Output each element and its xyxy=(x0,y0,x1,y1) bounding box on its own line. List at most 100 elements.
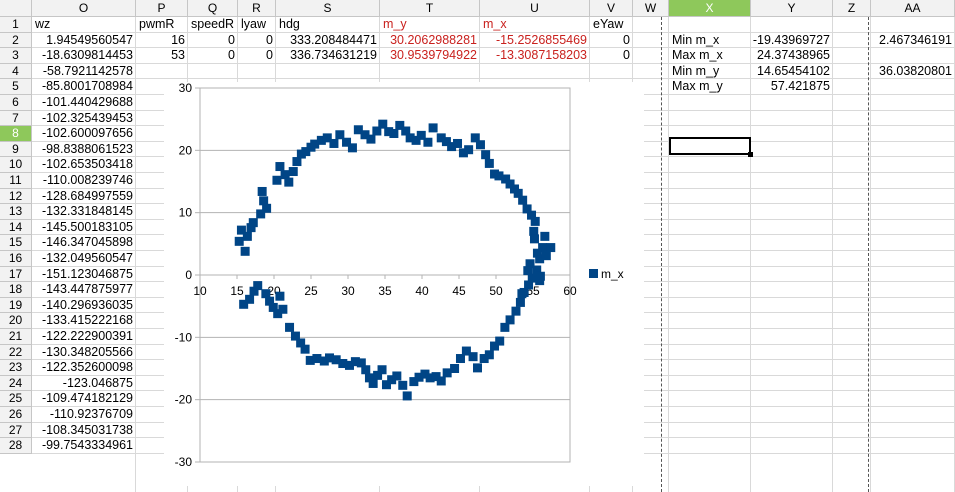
row-header-20[interactable]: 20 xyxy=(0,313,32,329)
column-header-v[interactable]: V xyxy=(590,0,633,17)
column-header-o[interactable]: O xyxy=(32,0,136,17)
select-all-corner[interactable] xyxy=(0,0,32,17)
cell-o17[interactable]: -151.123046875 xyxy=(32,267,136,283)
row-header-15[interactable]: 15 xyxy=(0,235,32,251)
cell-o8[interactable]: -102.600097656 xyxy=(32,126,136,142)
cell-o11[interactable]: -110.008239746 xyxy=(32,173,136,189)
cell-o14[interactable]: -145.500183105 xyxy=(32,220,136,236)
cell-o22[interactable]: -130.348205566 xyxy=(32,345,136,361)
cell-o23[interactable]: -122.352600098 xyxy=(32,360,136,376)
cell-o5[interactable]: -85.8001708984 xyxy=(32,79,136,95)
cell-o15[interactable]: -146.347045898 xyxy=(32,235,136,251)
fill-handle[interactable] xyxy=(748,152,753,157)
cell-v1[interactable]: eYaw xyxy=(590,17,633,33)
cell-o18[interactable]: -143.447875977 xyxy=(32,282,136,298)
row-header-24[interactable]: 24 xyxy=(0,375,32,392)
column-header-y[interactable]: Y xyxy=(751,0,833,17)
cell-o2[interactable]: 1.94549560547 xyxy=(32,33,136,49)
cell-q1[interactable]: speedR xyxy=(188,17,238,33)
cell-r3[interactable]: 0 xyxy=(238,48,276,64)
row-header-10[interactable]: 10 xyxy=(0,157,32,173)
cell-o7[interactable]: -102.325439453 xyxy=(32,111,136,127)
cell-t3[interactable]: 30.9539794922 xyxy=(380,48,480,64)
row-header-28[interactable]: 28 xyxy=(0,438,32,454)
cell-o12[interactable]: -128.684997559 xyxy=(32,189,136,205)
cell-aa2[interactable]: 2.467346191 xyxy=(871,33,955,49)
cell-q3[interactable]: 0 xyxy=(188,48,238,64)
cell-y5[interactable]: 57.421875 xyxy=(751,79,833,95)
row-header-3[interactable]: 3 xyxy=(0,48,32,64)
row-header-13[interactable]: 13 xyxy=(0,204,32,220)
cell-t2[interactable]: 30.2062988281 xyxy=(380,33,480,49)
column-header-x[interactable]: X xyxy=(669,0,751,17)
row-header-1[interactable]: 1 xyxy=(0,17,32,33)
cell-o16[interactable]: -132.049560547 xyxy=(32,251,136,267)
row-header-18[interactable]: 18 xyxy=(0,282,32,298)
row-header-12[interactable]: 12 xyxy=(0,188,32,205)
column-header-z[interactable]: Z xyxy=(833,0,871,17)
row-header-26[interactable]: 26 xyxy=(0,407,32,423)
column-header-aa[interactable]: AA xyxy=(871,0,955,17)
cell-p1[interactable]: pwmR xyxy=(136,17,188,33)
column-header-s[interactable]: S xyxy=(276,0,380,17)
cell-p2[interactable]: 16 xyxy=(136,33,188,49)
cell-u3[interactable]: -13.3087158203 xyxy=(480,48,590,64)
cell-o9[interactable]: -98.8388061523 xyxy=(32,142,136,158)
cell-aa4[interactable]: 36.03820801 xyxy=(871,64,955,80)
row-header-17[interactable]: 17 xyxy=(0,266,32,283)
row-header-7[interactable]: 7 xyxy=(0,110,32,127)
cell-o24[interactable]: -123.046875 xyxy=(32,376,136,392)
row-header-19[interactable]: 19 xyxy=(0,297,32,314)
cell-o28[interactable]: -99.7543334961 xyxy=(32,438,136,454)
cell-o10[interactable]: -102.653503418 xyxy=(32,157,136,173)
row-header-4[interactable]: 4 xyxy=(0,63,32,80)
row-header-22[interactable]: 22 xyxy=(0,344,32,361)
scatter-chart[interactable]: 30 20 10 0 -10 -20 -30 10 15 20 25 30 35 40 45 50 55 60 m_… xyxy=(164,81,644,486)
cell-y4[interactable]: 14.65454102 xyxy=(751,64,833,80)
row-header-16[interactable]: 16 xyxy=(0,251,32,267)
column-header-r[interactable]: R xyxy=(238,0,276,17)
cell-o21[interactable]: -122.222900391 xyxy=(32,329,136,345)
column-header-p[interactable]: P xyxy=(136,0,188,17)
cell-o1[interactable]: wz xyxy=(32,17,136,33)
cell-o26[interactable]: -110.92376709 xyxy=(32,407,136,423)
row-header-27[interactable]: 27 xyxy=(0,422,32,439)
cell-s1[interactable]: hdg xyxy=(276,17,380,33)
cell-t1[interactable]: m_y xyxy=(380,17,480,33)
row-header-8[interactable]: 8 xyxy=(0,126,32,142)
cell-x4[interactable]: Min m_y xyxy=(669,64,751,80)
row-header-6[interactable]: 6 xyxy=(0,95,32,111)
row-header-21[interactable]: 21 xyxy=(0,329,32,345)
cell-p3[interactable]: 53 xyxy=(136,48,188,64)
cell-s3[interactable]: 336.734631219 xyxy=(276,48,380,64)
cell-v2[interactable]: 0 xyxy=(590,33,633,49)
active-cell-x8[interactable] xyxy=(669,137,751,155)
cell-s2[interactable]: 333.208484471 xyxy=(276,33,380,49)
cell-y3[interactable]: 24.37438965 xyxy=(751,48,833,64)
cell-q2[interactable]: 0 xyxy=(188,33,238,49)
cell-o4[interactable]: -58.7921142578 xyxy=(32,64,136,80)
cell-o25[interactable]: -109.474182129 xyxy=(32,391,136,407)
cell-r2[interactable]: 0 xyxy=(238,33,276,49)
column-header-q[interactable]: Q xyxy=(188,0,238,17)
cell-x5[interactable]: Max m_y xyxy=(669,79,751,95)
cell-x3[interactable]: Max m_x xyxy=(669,48,751,64)
cell-o3[interactable]: -18.6309814453 xyxy=(32,48,136,64)
row-header-2[interactable]: 2 xyxy=(0,32,32,49)
column-header-u[interactable]: U xyxy=(480,0,590,17)
row-header-9[interactable]: 9 xyxy=(0,141,32,158)
cell-o20[interactable]: -133.415222168 xyxy=(32,313,136,329)
cell-x2[interactable]: Min m_x xyxy=(669,33,751,49)
row-header-5[interactable]: 5 xyxy=(0,79,32,95)
cell-v3[interactable]: 0 xyxy=(590,48,633,64)
cell-u2[interactable]: -15.2526855469 xyxy=(480,33,590,49)
cell-o13[interactable]: -132.331848145 xyxy=(32,204,136,220)
cell-y2[interactable]: -19.43969727 xyxy=(751,33,833,49)
cell-r1[interactable]: lyaw xyxy=(238,17,276,33)
row-header-14[interactable]: 14 xyxy=(0,219,32,236)
row-header-23[interactable]: 23 xyxy=(0,360,32,376)
row-header-25[interactable]: 25 xyxy=(0,391,32,407)
column-header-t[interactable]: T xyxy=(380,0,480,17)
column-header-w[interactable]: W xyxy=(633,0,669,17)
cell-u1[interactable]: m_x xyxy=(480,17,590,33)
